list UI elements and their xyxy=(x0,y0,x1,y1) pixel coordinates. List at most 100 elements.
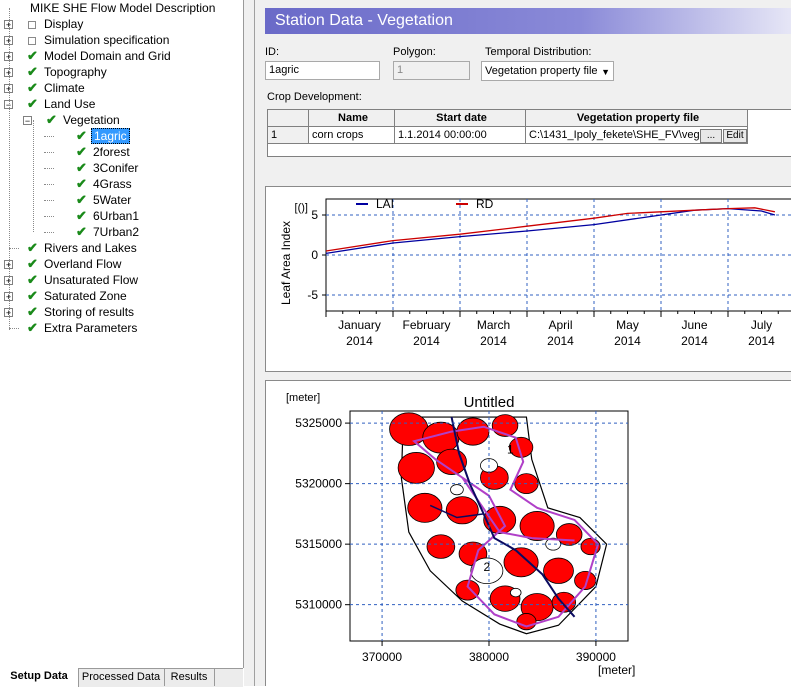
tree-item-label: Simulation specification xyxy=(44,33,170,47)
tree-item-3conifer[interactable]: ✔ 3Conifer xyxy=(0,160,243,176)
tree-item-rivers-and-lakes[interactable]: ✔ Rivers and Lakes xyxy=(0,240,243,256)
x-tick-label: 2014 xyxy=(614,334,641,348)
tree-item-6urban1[interactable]: ✔ 6Urban1 xyxy=(0,208,243,224)
grid-cell-name[interactable]: corn crops xyxy=(309,127,395,144)
map-x-tick-label: 380000 xyxy=(469,650,509,664)
tree-item-label: Vegetation xyxy=(63,113,120,127)
plot-area xyxy=(325,198,791,312)
tab-setup-data[interactable]: Setup Data xyxy=(0,668,79,687)
tree-item-unsaturated-flow[interactable]: + ✔ Unsaturated Flow xyxy=(0,272,243,288)
tree-item-label: Model Domain and Grid xyxy=(44,49,171,63)
vegetation-patch xyxy=(503,547,539,578)
check-icon: ✔ xyxy=(27,80,38,95)
zone-label: 1 xyxy=(507,442,514,456)
tree-guide-line xyxy=(33,120,34,232)
map-y-tick-label: 5315000 xyxy=(295,537,342,551)
clearing-patch xyxy=(509,587,522,598)
tab-results[interactable]: Results xyxy=(164,669,215,686)
x-tick-label: March xyxy=(477,318,510,332)
tree-item-label: Topography xyxy=(44,65,107,79)
tree-item-label: Saturated Zone xyxy=(44,289,127,303)
tree-item-label: Extra Parameters xyxy=(44,321,138,335)
collapse-icon[interactable]: − xyxy=(23,116,32,126)
vegetation-patch xyxy=(456,417,490,446)
edit-button[interactable]: Edit xyxy=(723,129,747,143)
tree-connector xyxy=(9,248,19,249)
tree-item-label: Land Use xyxy=(44,97,96,111)
check-icon: ✔ xyxy=(76,192,87,207)
tree-item-label: Storing of results xyxy=(44,305,135,319)
chevron-down-icon: ▼ xyxy=(601,67,610,77)
vegetation-map: Untitled [meter] [meter] 370000 380000 390000… xyxy=(286,392,635,677)
map-x-unit: [meter] xyxy=(598,663,635,677)
tree-item-model-domain-and-grid[interactable]: + ✔ Model Domain and Grid xyxy=(0,48,243,64)
tree-item-extra-parameters[interactable]: ✔ Extra Parameters xyxy=(0,320,243,336)
tree-item-vegetation[interactable]: − ✔ Vegetation xyxy=(0,112,243,128)
tree-item-overland-flow[interactable]: + ✔ Overland Flow xyxy=(0,256,243,272)
tree-item-5water[interactable]: ✔ 5Water xyxy=(0,192,243,208)
map-y-tick-label: 5325000 xyxy=(295,416,342,430)
tree-connector xyxy=(44,136,54,137)
tree-item-label: Rivers and Lakes xyxy=(44,241,137,255)
tree-item-display[interactable]: + Display xyxy=(0,16,243,32)
tree-item-climate[interactable]: + ✔ Climate xyxy=(0,80,243,96)
panel-tabs: Setup Data Processed Data Results xyxy=(0,668,243,687)
browse-button[interactable]: ... xyxy=(700,129,722,143)
grid-row-index[interactable]: 1 xyxy=(268,127,309,144)
x-tick-label: February xyxy=(402,318,450,332)
check-icon: ✔ xyxy=(76,224,87,239)
tree-item-1agric[interactable]: ✔ 1agric xyxy=(0,128,243,144)
check-icon: ✔ xyxy=(46,112,57,127)
map-y-tick-label: 5310000 xyxy=(295,598,342,612)
tree-item-topography[interactable]: + ✔ Topography xyxy=(0,64,243,80)
tree-item-label: 5Water xyxy=(93,193,132,207)
polygon-field: 1 xyxy=(393,61,470,80)
panel-splitter[interactable] xyxy=(244,0,255,686)
vegetation-patch xyxy=(397,452,435,484)
tree-item-2forest[interactable]: ✔ 2forest xyxy=(0,144,243,160)
page-title: Station Data - Vegetation xyxy=(265,8,791,34)
tree-item-saturated-zone[interactable]: + ✔ Saturated Zone xyxy=(0,288,243,304)
tree-item-storing-of-results[interactable]: + ✔ Storing of results xyxy=(0,304,243,320)
x-tick-label: June xyxy=(681,318,707,332)
legend-label-rd: RD xyxy=(476,197,494,211)
tree-item-label: 2forest xyxy=(93,145,130,159)
check-icon: ✔ xyxy=(27,96,38,111)
check-icon: ✔ xyxy=(27,256,38,271)
tree-item-4grass[interactable]: ✔ 4Grass xyxy=(0,176,243,192)
map-title: Untitled xyxy=(464,394,515,411)
tree-connector xyxy=(44,168,54,169)
tree-item-7urban2[interactable]: ✔ 7Urban2 xyxy=(0,224,243,240)
tree-item-label: 3Conifer xyxy=(93,161,139,175)
vegetation-patch xyxy=(483,505,517,534)
id-field[interactable]: 1agric xyxy=(265,61,380,80)
check-icon: ✔ xyxy=(27,288,38,303)
check-icon: ✔ xyxy=(76,128,87,143)
x-tick-label: 2014 xyxy=(681,334,708,348)
grid-header-vegetation-file[interactable]: Vegetation property file xyxy=(526,110,748,127)
tree-item-label: Unsaturated Flow xyxy=(44,273,139,287)
grid-cell-start-date[interactable]: 1.1.2014 00:00:00 xyxy=(395,127,526,144)
grid-header-name[interactable]: Name xyxy=(309,110,395,127)
tree-item-land-use[interactable]: − ✔ Land Use xyxy=(0,96,243,112)
temporal-distribution-select[interactable]: Vegetation property file ▼ xyxy=(481,61,614,81)
vegetation-map-panel: Untitled [meter] [meter] 370000 380000 390000… xyxy=(265,380,791,686)
tree-connector xyxy=(44,152,54,153)
x-tick-label: 2014 xyxy=(547,334,574,348)
tree-connector xyxy=(44,200,54,201)
tree-connector xyxy=(44,184,54,185)
lai-chart-panel: -5 0 5 January 2014 February 2014 March 2014 Apri… xyxy=(265,186,791,372)
id-label: ID: xyxy=(265,46,280,58)
tree-item-label: 6Urban1 xyxy=(93,209,140,223)
zone-label: 2 xyxy=(484,560,491,574)
check-icon: ✔ xyxy=(27,240,38,255)
crop-development-grid: Name Start date Vegetation property file… xyxy=(267,109,791,157)
tree-item-simulation-specification[interactable]: + Simulation specification xyxy=(0,32,243,48)
map-y-unit: [meter] xyxy=(286,392,320,404)
tree-item-mike-she-flow-model-description[interactable]: MIKE SHE Flow Model Description xyxy=(0,0,243,16)
lai-chart: -5 0 5 January 2014 February 2014 March 2014 Apri… xyxy=(279,197,791,348)
grid-header-index xyxy=(268,110,309,127)
tab-processed-data[interactable]: Processed Data xyxy=(78,669,165,686)
grid-header-start-date[interactable]: Start date xyxy=(395,110,526,127)
vegetation-patch xyxy=(426,534,456,559)
